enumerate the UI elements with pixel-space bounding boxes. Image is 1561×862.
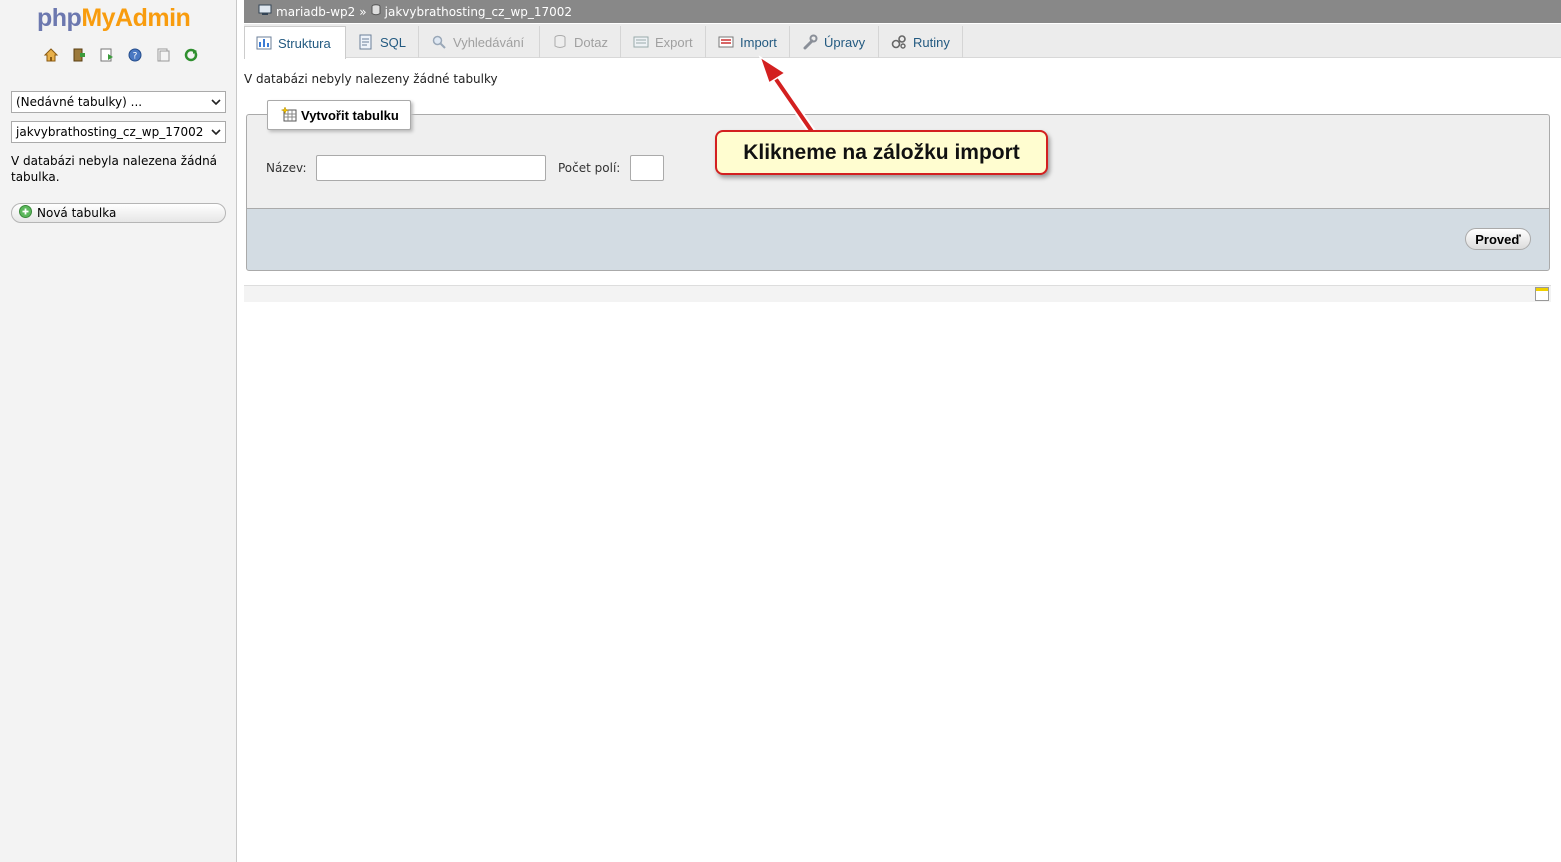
export-icon bbox=[633, 34, 649, 50]
table-name-label: Název: bbox=[266, 161, 307, 175]
import-icon bbox=[718, 34, 734, 50]
annotation-callout: Klikneme na záložku import bbox=[715, 130, 1048, 175]
tab-rutiny[interactable]: Rutiny bbox=[880, 26, 963, 58]
search-icon bbox=[431, 34, 447, 50]
tab-upravy[interactable]: Úpravy bbox=[791, 26, 879, 58]
phpmyadmin-logo[interactable]: phpMyAdmin bbox=[37, 4, 191, 33]
nav-empty-message: V databázi nebyla nalezena žádná tabulka… bbox=[11, 154, 218, 184]
form-footer bbox=[246, 208, 1550, 271]
create-table-legend: Vytvořit tabulku bbox=[267, 100, 411, 130]
server-icon bbox=[258, 4, 272, 19]
exit-icon[interactable] bbox=[70, 46, 87, 63]
tab-import[interactable]: Import bbox=[707, 26, 790, 58]
table-name-input[interactable] bbox=[316, 155, 546, 181]
navigation-panel: phpMyAdmin ? (Nedávné tabulky) ... jakvy… bbox=[0, 0, 237, 862]
home-icon[interactable] bbox=[42, 46, 59, 63]
no-tables-notice: V databázi nebyly nalezeny žádné tabulky bbox=[244, 72, 498, 86]
console-toggle-icon[interactable] bbox=[1535, 287, 1549, 301]
wrench-icon bbox=[802, 34, 818, 50]
database-select[interactable]: jakvybrathosting_cz_wp_17002 bbox=[11, 121, 226, 143]
breadcrumb-server[interactable]: mariadb-wp2 bbox=[276, 5, 355, 19]
breadcrumb-database[interactable]: jakvybrathosting_cz_wp_17002 bbox=[385, 5, 572, 19]
console-bar bbox=[244, 285, 1551, 302]
annotation-arrow bbox=[758, 55, 817, 137]
go-button[interactable]: Proveď bbox=[1465, 228, 1531, 250]
database-icon bbox=[371, 4, 381, 19]
column-count-input[interactable] bbox=[630, 155, 664, 181]
docs-icon[interactable]: ? bbox=[126, 46, 143, 63]
breadcrumb: mariadb-wp2 » jakvybrathosting_cz_wp_170… bbox=[244, 0, 1561, 23]
column-count-label: Počet polí: bbox=[558, 161, 621, 175]
chevron-down-icon bbox=[207, 129, 225, 135]
reload-icon[interactable] bbox=[182, 46, 199, 63]
query-icon bbox=[552, 34, 568, 50]
structure-icon bbox=[256, 35, 272, 51]
tab-bar: Struktura SQL Vyhledávání Dotaz Export I… bbox=[244, 24, 1561, 59]
chevron-down-icon bbox=[207, 99, 225, 105]
svg-text:?: ? bbox=[132, 51, 137, 61]
nav-icon-bar: ? bbox=[42, 46, 199, 63]
recent-tables-select[interactable]: (Nedávné tabulky) ... bbox=[11, 91, 226, 113]
tab-struktura[interactable]: Struktura bbox=[244, 26, 346, 59]
sql-icon bbox=[358, 34, 374, 50]
tab-sql[interactable]: SQL bbox=[347, 26, 419, 58]
new-table-icon bbox=[280, 105, 297, 125]
add-icon bbox=[19, 205, 32, 221]
query-window-icon[interactable] bbox=[98, 46, 115, 63]
tab-export[interactable]: Export bbox=[622, 26, 706, 58]
sql-docs-icon[interactable] bbox=[154, 46, 171, 63]
tab-vyhledavani[interactable]: Vyhledávání bbox=[420, 26, 540, 58]
tab-dotaz[interactable]: Dotaz bbox=[541, 26, 621, 58]
routines-icon bbox=[891, 34, 907, 50]
new-table-button[interactable]: Nová tabulka bbox=[11, 203, 226, 223]
